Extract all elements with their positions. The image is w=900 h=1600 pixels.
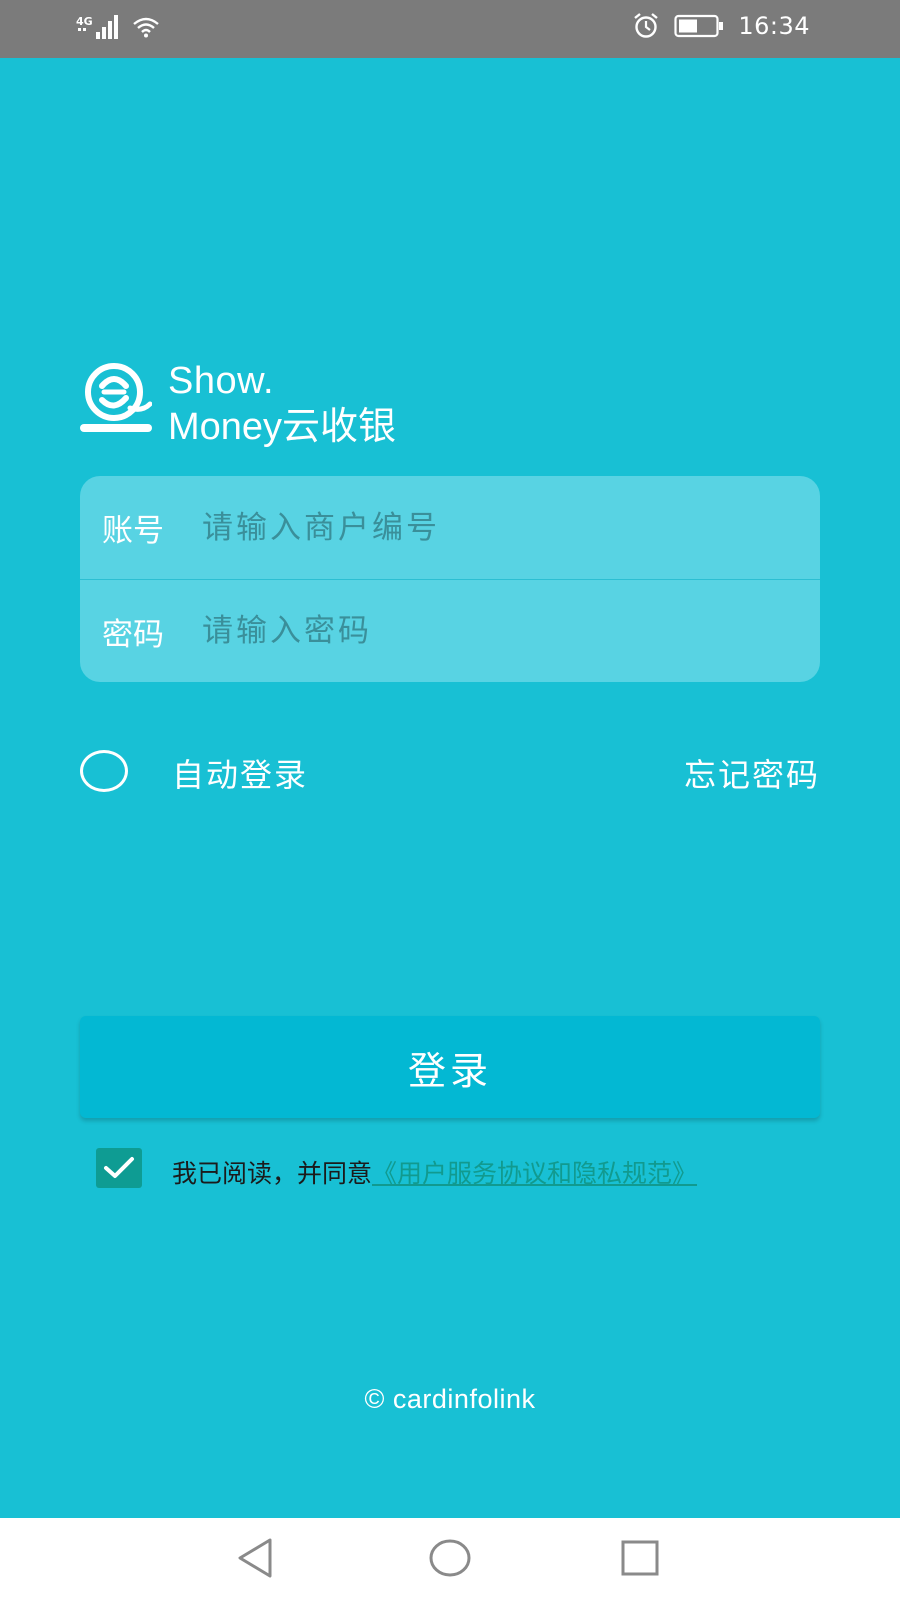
auto-login-label[interactable]: 自动登录 [172, 750, 308, 796]
recent-apps-icon[interactable] [620, 1536, 660, 1580]
agreement-checkbox[interactable] [96, 1148, 142, 1188]
status-bar: 4G 16:34 [0, 0, 900, 58]
login-button[interactable]: 登录 [80, 1016, 820, 1118]
battery-icon [674, 14, 724, 38]
agreement-text: 我已阅读，并同意《用户服务协议和隐私规范》 [172, 1154, 697, 1190]
wifi-icon [133, 17, 159, 38]
logo-text-line2: Money云收银 [168, 406, 397, 448]
signal-icon: 4G [76, 15, 118, 39]
back-icon[interactable] [236, 1536, 276, 1580]
agreement-row: 我已阅读，并同意《用户服务协议和隐私规范》 [96, 1148, 816, 1190]
alarm-icon [634, 13, 659, 38]
app-logo: Show. Money云收银 [80, 360, 500, 448]
auto-login-radio[interactable] [80, 750, 128, 792]
network-type-label: 4G [76, 15, 93, 28]
agreement-link[interactable]: 《用户服务协议和隐私规范》 [372, 1159, 697, 1188]
account-row: 账号 [80, 476, 820, 579]
login-form-card: 账号 密码 [80, 476, 820, 682]
password-label: 密码 [102, 616, 164, 653]
system-nav-bar [0, 1518, 900, 1600]
agreement-prefix: 我已阅读，并同意 [172, 1159, 373, 1188]
password-input[interactable] [202, 613, 762, 649]
status-right: 16:34 [632, 12, 810, 40]
status-left: 4G [76, 14, 160, 40]
logo-mark-icon [80, 363, 152, 432]
clock-time: 16:34 [738, 12, 810, 40]
login-options-row: 自动登录 忘记密码 [80, 748, 820, 796]
account-input[interactable] [202, 509, 762, 546]
account-label: 账号 [102, 513, 164, 549]
copyright-text: © cardinfolink [364, 1384, 536, 1414]
home-icon[interactable] [427, 1536, 473, 1580]
password-row: 密码 [80, 579, 820, 682]
forgot-password-link[interactable]: 忘记密码 [684, 750, 820, 796]
checkmark-icon [104, 1157, 134, 1178]
